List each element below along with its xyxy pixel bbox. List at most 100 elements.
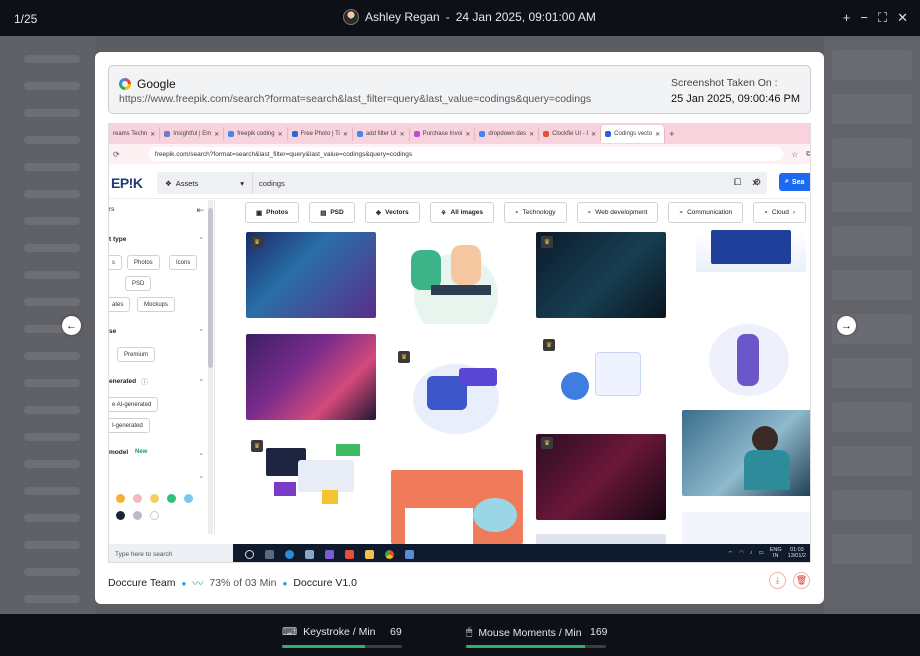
premium-crown-icon: ♛ — [398, 351, 410, 363]
result-image — [696, 230, 806, 272]
color-dot — [184, 494, 193, 503]
team-name: Doccure Team — [108, 577, 176, 589]
close-icon: ✕ — [529, 131, 535, 138]
browser-info: Google — [119, 77, 176, 91]
browser-tab: Clockfie UI - I ✕ — [539, 127, 602, 141]
search-query: codings — [259, 178, 285, 188]
bookmark-star-icon: ☆ — [791, 149, 799, 159]
new-badge: New — [135, 449, 148, 455]
mouse-label: Mouse Moments / Min — [478, 626, 582, 639]
captured-screen[interactable]: reams Techn ✕ Insightful | Em ✕ freepik co… — [108, 123, 811, 563]
filter-panel: rs ⇤ t type ⌃ s Photos Icons PSD ates Mo… — [109, 200, 215, 534]
result-image — [393, 354, 519, 444]
page-url[interactable]: https://www.freepik.com/search?format=se… — [119, 93, 591, 105]
search-icon: ⌕ — [587, 208, 592, 216]
result-image — [699, 314, 799, 404]
result-image — [246, 232, 376, 318]
separator-dot: ● — [282, 578, 288, 588]
browser-tab: add filter UI ✕ — [353, 127, 410, 141]
result-image — [682, 512, 810, 544]
close-icon: ✕ — [214, 131, 220, 138]
zoom-out-icon[interactable]: − — [860, 10, 868, 26]
color-dot — [116, 511, 125, 520]
info-icon: ⓘ — [141, 379, 148, 386]
session-topbar: 1/25 Ashley Regan - 24 Jan 2025, 09:01:0… — [0, 0, 920, 36]
category-all-images: ⚘ All images — [429, 202, 495, 223]
browser-tab-active: Codings vecto ✕ — [601, 125, 666, 143]
freepik-header: EP!K ❖ Assets ▾ codings ✕ ⧠ ⚙ ⌕ Sea — [109, 169, 810, 199]
tab-favicon-icon — [413, 131, 420, 137]
figma-icon — [345, 549, 354, 559]
previous-arrow-icon[interactable]: ← — [62, 316, 81, 335]
chevron-up-icon: ⌃ — [198, 379, 204, 386]
tab-favicon-icon — [291, 131, 298, 137]
filter-chip: Icons — [169, 255, 198, 270]
wifi-icon: ◠ — [738, 550, 744, 557]
project-name: Doccure V1.0 — [293, 577, 357, 589]
search-icon: ⌕ — [679, 208, 684, 216]
reload-icon: ⟳ — [113, 149, 120, 159]
premium-crown-icon: ♛ — [251, 440, 263, 452]
delete-icon[interactable]: 🗑 — [793, 572, 810, 589]
chevron-down-icon: ⌄ — [198, 450, 204, 457]
category-psd: ▤ PSD — [309, 202, 355, 223]
taskbar-search: Type here to search — [109, 544, 233, 562]
background-sidebar — [0, 36, 96, 614]
browser-tab: reams Techn ✕ — [109, 127, 161, 141]
mouse-progress-fill — [466, 645, 585, 648]
close-icon: ✕ — [342, 131, 348, 138]
filter-chip: e AI-generated — [109, 397, 159, 412]
result-image — [246, 438, 376, 518]
freepik-search: ❖ Assets ▾ codings ✕ — [157, 172, 767, 194]
tab-favicon-icon — [479, 131, 486, 137]
zoom-in-icon[interactable]: + — [843, 10, 851, 26]
license-heading: se — [109, 328, 117, 335]
screenshot-counter: 1/25 — [14, 12, 38, 26]
keystroke-value: 69 — [390, 626, 402, 638]
browser-tab: dropdown des ✕ — [475, 127, 540, 141]
system-tray: ⌔ ◠ ♪ ▭ ENG IN 01:03 13/01/2 — [728, 547, 806, 559]
filter-chip: I-generated — [109, 418, 150, 433]
ai-heading: enerated — [109, 378, 137, 385]
psd-icon: ▤ — [320, 209, 327, 217]
next-arrow-icon[interactable]: → — [837, 316, 856, 335]
color-dot — [150, 511, 159, 520]
color-dot — [133, 494, 142, 503]
screenshot-footer: Doccure Team ● 〰 73% of 03 Min ● Doccure… — [108, 575, 357, 591]
tab-favicon-icon — [356, 131, 363, 137]
freepik-logo: EP!K — [111, 175, 143, 191]
category-photos: ▣ Photos — [245, 202, 300, 223]
result-image — [536, 534, 666, 544]
store-icon — [305, 549, 314, 559]
asset-type-heading: t type — [109, 236, 127, 243]
filter-chip: Premium — [117, 347, 156, 362]
filter-chip: PSD — [125, 276, 152, 291]
browser-tab: freepik coding ✕ — [224, 127, 288, 141]
tab-favicon-icon — [605, 131, 612, 137]
header-icons: ⧠ ⚙ — [734, 177, 761, 188]
close-icon: ✕ — [150, 131, 156, 138]
close-icon[interactable]: ✕ — [897, 10, 908, 26]
network-icon: ⌔ — [727, 550, 733, 557]
chevron-up-icon: ⌃ — [198, 476, 204, 483]
mouse-stat: 🖱 Mouse Moments / Min — [466, 626, 582, 639]
filters-title: rs — [109, 206, 115, 213]
result-image — [391, 470, 523, 544]
mouse-value: 169 — [590, 626, 608, 638]
download-icon[interactable]: ⤓ — [769, 572, 786, 589]
activity-percent: 73% of 03 Min — [209, 577, 277, 589]
result-image — [536, 434, 666, 520]
filter-chip: ates — [109, 297, 131, 312]
tab-favicon-icon — [543, 131, 550, 137]
result-image — [682, 410, 810, 496]
close-icon: ✕ — [277, 131, 283, 138]
browser-name: Google — [137, 77, 176, 91]
fullscreen-icon[interactable]: ⛶ — [878, 10, 887, 26]
category-communication: ⌕ Communication — [668, 202, 744, 223]
browser-address-bar: ⟳ freepik.com/search?format=search&last_… — [109, 144, 810, 164]
filter-chip: Mockups — [137, 297, 176, 312]
screenshot-label: Screenshot Taken On : — [670, 77, 778, 89]
result-image — [246, 334, 376, 420]
language-indicator: ENG IN — [769, 547, 782, 560]
user-name: Ashley Regan — [365, 10, 440, 24]
